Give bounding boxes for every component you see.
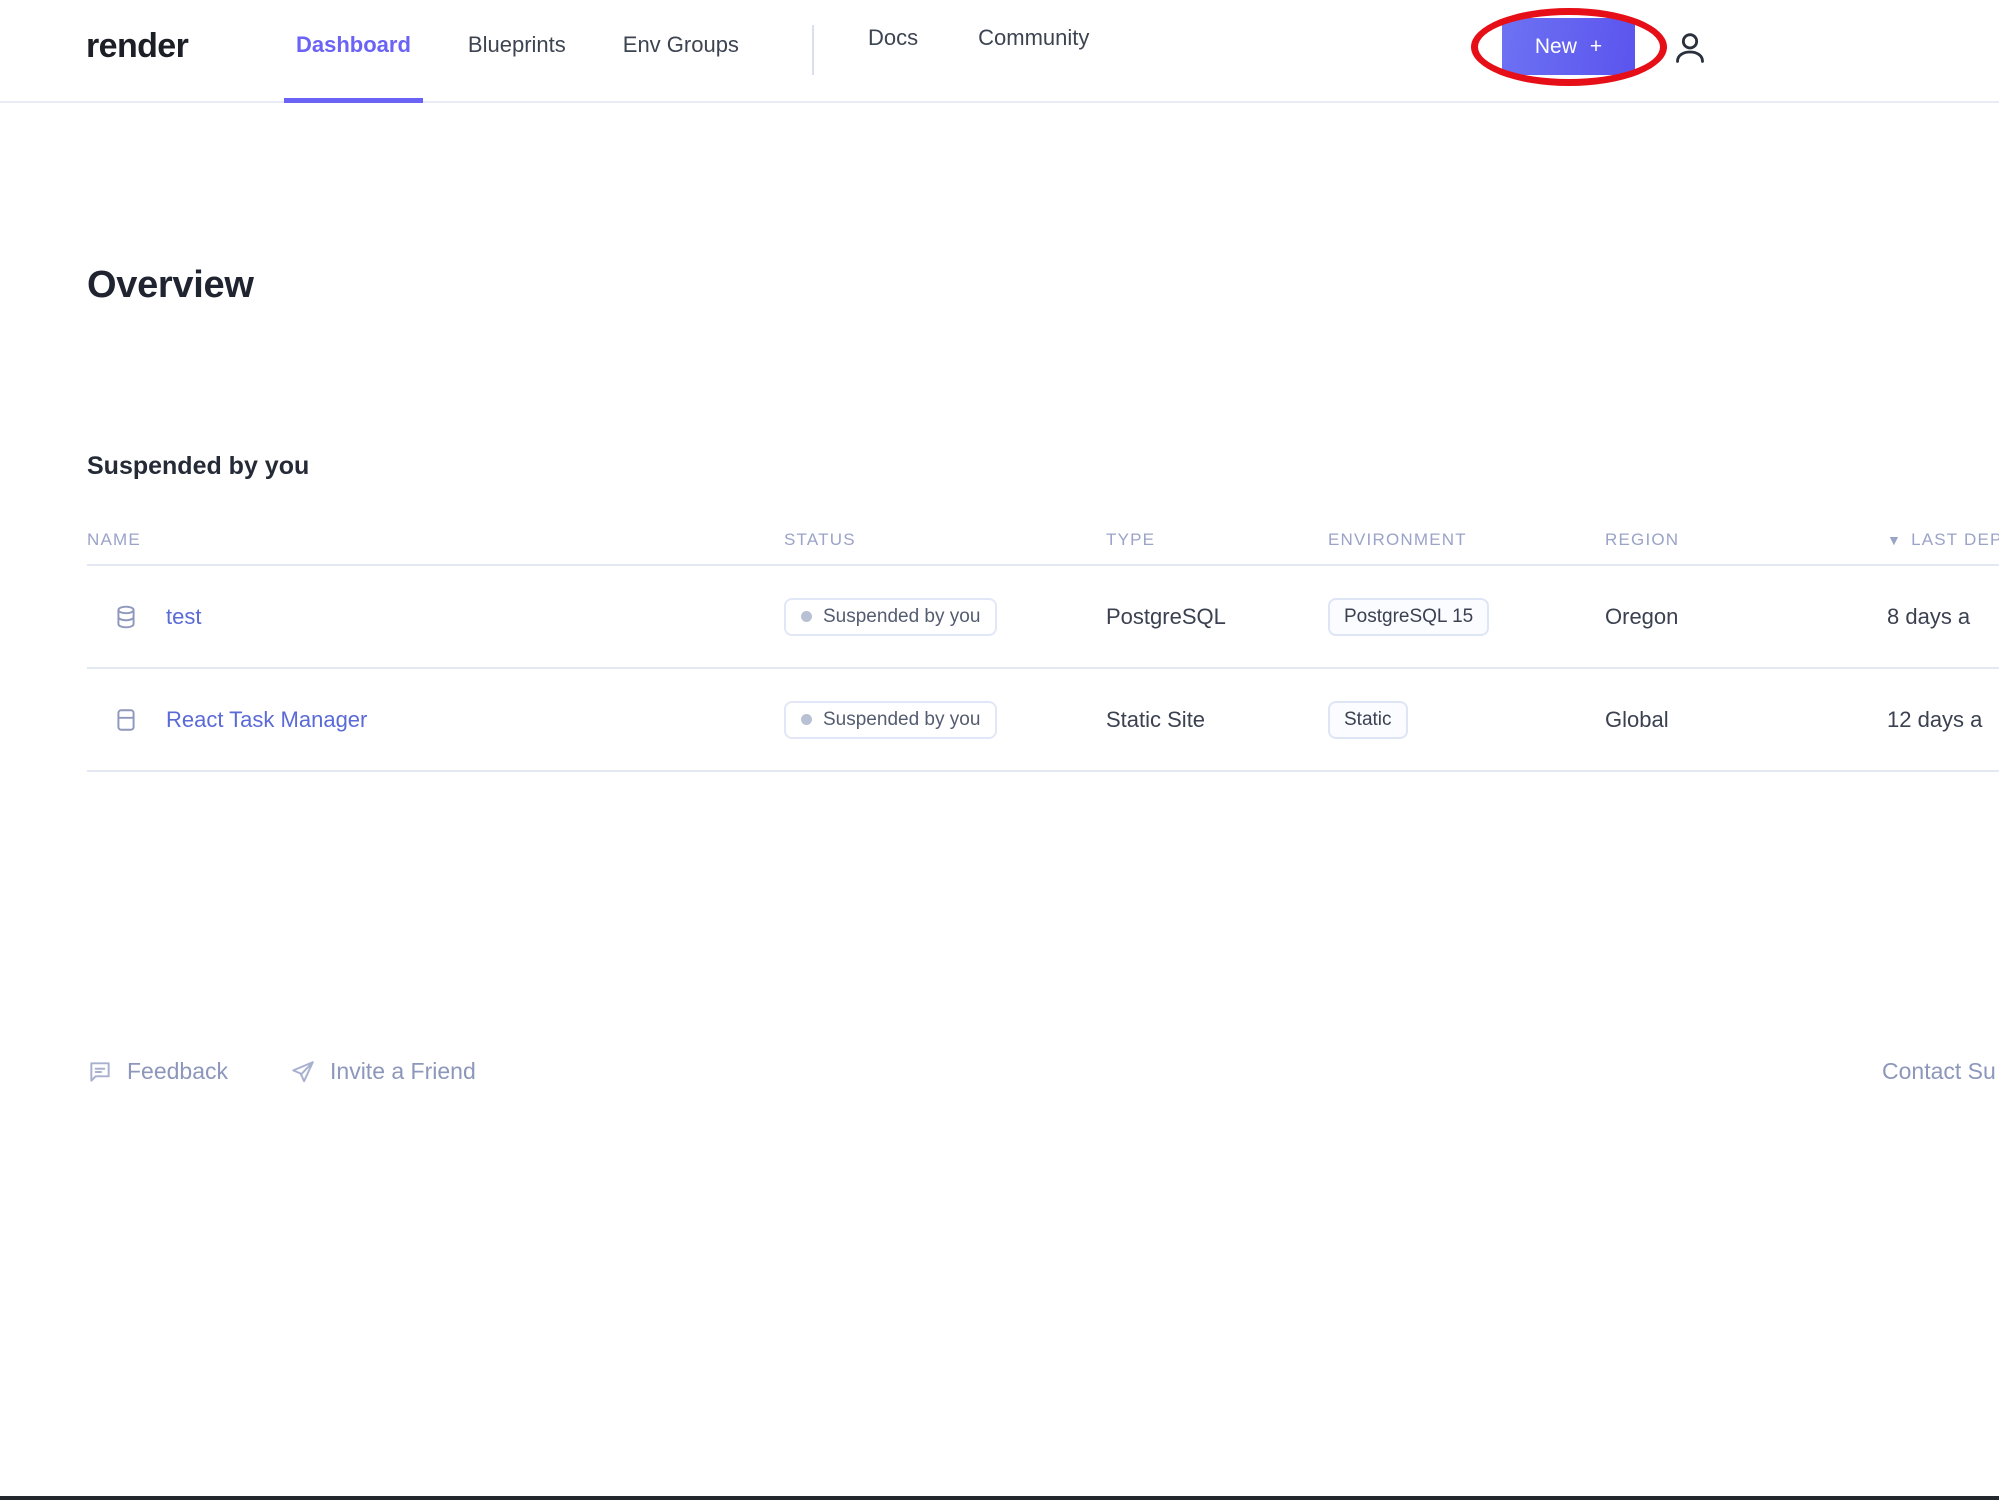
column-header-name-label: NAME bbox=[87, 530, 141, 550]
column-header-name[interactable]: NAME bbox=[87, 530, 784, 550]
service-type: Static Site bbox=[1106, 707, 1205, 733]
column-header-region[interactable]: REGION bbox=[1605, 530, 1887, 550]
service-region: Global bbox=[1605, 707, 1669, 733]
nav-item-env-groups-label: Env Groups bbox=[623, 32, 739, 58]
column-header-environment[interactable]: ENVIRONMENT bbox=[1328, 530, 1605, 550]
service-name-link[interactable]: test bbox=[166, 604, 201, 630]
table-row[interactable]: test Suspended by you PostgreSQL Postgre… bbox=[87, 566, 1999, 669]
database-icon bbox=[113, 604, 139, 630]
service-region: Oregon bbox=[1605, 604, 1678, 630]
column-header-type[interactable]: TYPE bbox=[1106, 530, 1328, 550]
top-navigation-bar: render Dashboard Blueprints Env Groups D… bbox=[0, 0, 1999, 103]
nav-item-docs-label: Docs bbox=[868, 25, 918, 51]
user-avatar-icon bbox=[1670, 28, 1710, 68]
primary-nav: Dashboard Blueprints Env Groups bbox=[296, 0, 796, 103]
service-type: PostgreSQL bbox=[1106, 604, 1226, 630]
status-badge-label: Suspended by you bbox=[823, 606, 980, 628]
nav-item-env-groups[interactable]: Env Groups bbox=[623, 0, 739, 103]
secondary-nav: Docs Community bbox=[868, 0, 1149, 103]
feedback-icon bbox=[87, 1059, 113, 1085]
status-badge-label: Suspended by you bbox=[823, 709, 980, 731]
invite-friend-link[interactable]: Invite a Friend bbox=[290, 1058, 476, 1085]
row-environment-cell: PostgreSQL 15 bbox=[1328, 598, 1605, 636]
nav-item-dashboard[interactable]: Dashboard bbox=[296, 0, 411, 103]
row-region-cell: Global bbox=[1605, 707, 1887, 733]
plus-icon: + bbox=[1590, 35, 1602, 59]
nav-item-blueprints-label: Blueprints bbox=[468, 32, 566, 58]
nav-item-community[interactable]: Community bbox=[978, 0, 1089, 96]
column-header-region-label: REGION bbox=[1605, 530, 1679, 550]
service-last-deployed: 8 days a bbox=[1887, 604, 1970, 630]
contact-support-link[interactable]: Contact Su bbox=[1882, 1058, 1996, 1085]
invite-friend-label: Invite a Friend bbox=[330, 1058, 476, 1085]
feedback-label: Feedback bbox=[127, 1058, 228, 1085]
static-site-icon bbox=[113, 707, 139, 733]
row-type-cell: Static Site bbox=[1106, 707, 1328, 733]
row-status-cell: Suspended by you bbox=[784, 598, 1106, 636]
sort-descending-icon: ▼ bbox=[1887, 532, 1902, 548]
status-dot-icon bbox=[801, 611, 812, 622]
column-header-last-deployed-label: LAST DEPLOY bbox=[1911, 530, 1999, 550]
services-table: NAME STATUS TYPE ENVIRONMENT REGION ▼ LA… bbox=[87, 516, 1999, 772]
row-name-cell: React Task Manager bbox=[87, 707, 784, 733]
service-last-deployed: 12 days a bbox=[1887, 707, 1982, 733]
table-header-row: NAME STATUS TYPE ENVIRONMENT REGION ▼ LA… bbox=[87, 516, 1999, 566]
row-environment-cell: Static bbox=[1328, 701, 1605, 739]
environment-badge: Static bbox=[1328, 701, 1408, 739]
nav-item-dashboard-label: Dashboard bbox=[296, 32, 411, 58]
paper-plane-icon bbox=[290, 1059, 316, 1085]
status-dot-icon bbox=[801, 714, 812, 725]
nav-item-community-label: Community bbox=[978, 25, 1089, 51]
column-header-environment-label: ENVIRONMENT bbox=[1328, 530, 1467, 550]
render-logo[interactable]: render bbox=[86, 27, 188, 66]
new-button-label: New bbox=[1535, 35, 1577, 59]
status-badge: Suspended by you bbox=[784, 701, 997, 739]
nav-item-blueprints[interactable]: Blueprints bbox=[468, 0, 566, 103]
column-header-status[interactable]: STATUS bbox=[784, 530, 1106, 550]
service-name-link[interactable]: React Task Manager bbox=[166, 707, 367, 733]
avatar[interactable] bbox=[1668, 26, 1712, 70]
environment-badge: PostgreSQL 15 bbox=[1328, 598, 1489, 636]
row-type-cell: PostgreSQL bbox=[1106, 604, 1328, 630]
row-last-deployed-cell: 8 days a bbox=[1887, 604, 1999, 630]
page-title: Overview bbox=[87, 264, 254, 307]
status-badge: Suspended by you bbox=[784, 598, 997, 636]
row-status-cell: Suspended by you bbox=[784, 701, 1106, 739]
column-header-status-label: STATUS bbox=[784, 530, 856, 550]
new-button[interactable]: New + bbox=[1502, 18, 1635, 75]
nav-item-docs[interactable]: Docs bbox=[868, 0, 918, 96]
feedback-link[interactable]: Feedback bbox=[87, 1058, 228, 1085]
section-title-suspended: Suspended by you bbox=[87, 452, 309, 481]
nav-divider bbox=[812, 25, 814, 75]
column-header-type-label: TYPE bbox=[1106, 530, 1155, 550]
app-root: render Dashboard Blueprints Env Groups D… bbox=[0, 0, 1999, 1500]
table-row[interactable]: React Task Manager Suspended by you Stat… bbox=[87, 669, 1999, 772]
row-last-deployed-cell: 12 days a bbox=[1887, 707, 1999, 733]
row-name-cell: test bbox=[87, 604, 784, 630]
page-footer: Feedback Invite a Friend Contact Su bbox=[87, 1058, 1999, 1085]
column-header-last-deployed[interactable]: ▼ LAST DEPLOY bbox=[1887, 530, 1999, 550]
row-region-cell: Oregon bbox=[1605, 604, 1887, 630]
